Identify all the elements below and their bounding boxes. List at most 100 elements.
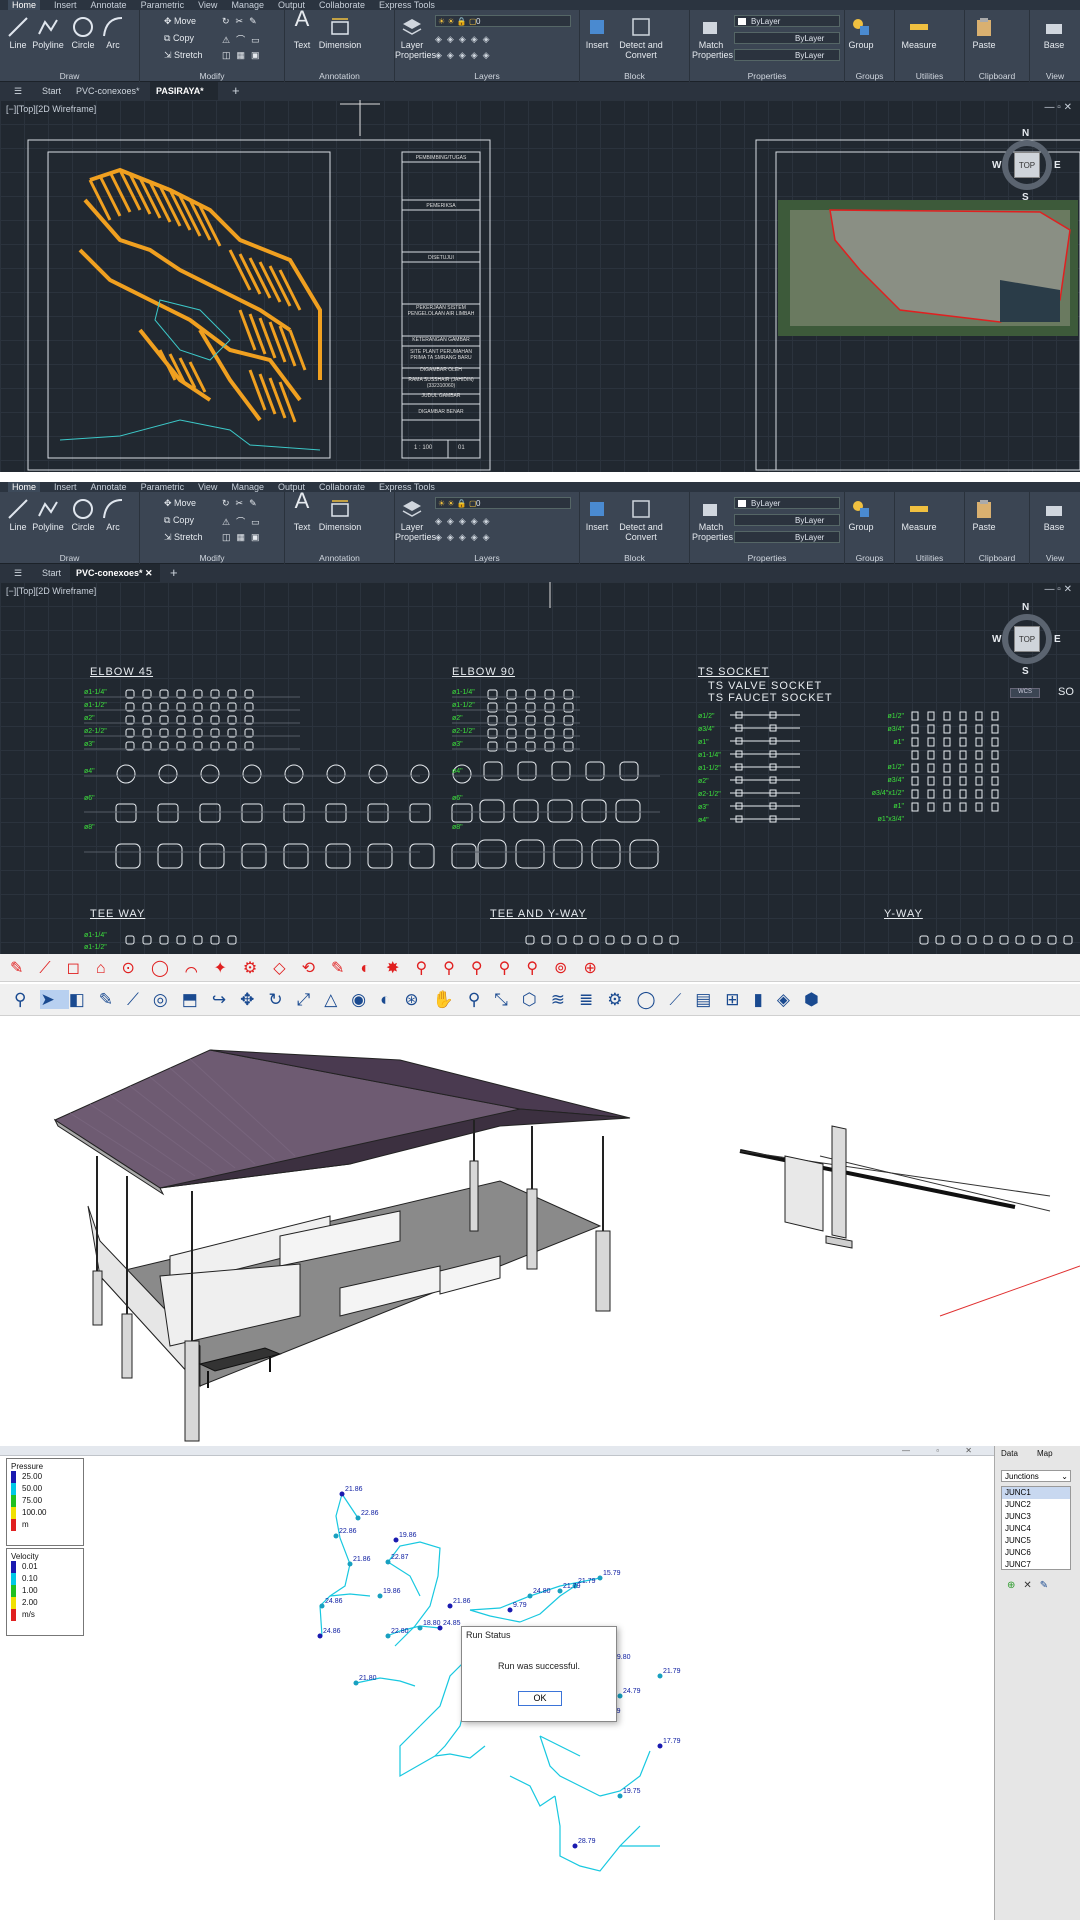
add-icon[interactable]: ⊕ <box>1007 1580 1023 1591</box>
dimension-button[interactable]: Dimension <box>317 16 363 50</box>
dimension-button-2[interactable]: Dimension <box>317 498 363 532</box>
offset-icon[interactable]: △ <box>324 990 351 1009</box>
compass-south-2[interactable]: S <box>1022 666 1029 677</box>
search-icon[interactable]: ⚲ <box>14 990 40 1009</box>
modify-icons-2[interactable]: ⚠⌒▭ <box>222 33 266 46</box>
tab-pvc-conexoes[interactable]: PVC-conexoes* <box>70 82 146 100</box>
tab-pvc-conexoes-2[interactable]: PVC-conexoes* ✕ <box>70 564 160 582</box>
junction-node[interactable] <box>393 1537 399 1543</box>
stretch-button[interactable]: ⇲ Stretch <box>164 50 203 61</box>
insert-button[interactable]: Insert <box>582 16 612 50</box>
match-properties-button-2[interactable]: Match Properties <box>692 498 733 542</box>
measure-button[interactable]: Measure <box>897 16 941 50</box>
list-item[interactable]: JUNC4 <box>1002 1523 1070 1535</box>
new-tab-button[interactable]: + <box>226 82 246 100</box>
group-button-2[interactable]: Group <box>847 498 875 532</box>
junction-node[interactable] <box>319 1603 325 1609</box>
select-icon[interactable]: ➤ <box>40 990 69 1009</box>
viewcube-compass[interactable]: TOP N S W E <box>992 128 1062 204</box>
compass-north-2[interactable]: N <box>1022 602 1029 613</box>
compass-west[interactable]: W <box>992 160 1001 171</box>
menu-tab-home-2[interactable]: Home <box>8 482 41 492</box>
linetype-dropdown[interactable]: ByLayer <box>734 32 840 44</box>
layer-tool-icons-1[interactable]: ◈◈◈◈◈ <box>435 34 495 45</box>
list-item[interactable]: JUNC6 <box>1002 1547 1070 1559</box>
lineweight-dropdown-2[interactable]: ByLayer <box>734 531 840 543</box>
junction-node[interactable] <box>527 1593 533 1599</box>
arc-button-2[interactable]: Arc <box>100 498 126 532</box>
section-icon[interactable]: ▤ <box>695 990 725 1009</box>
layers-tool-icon[interactable]: ≣ <box>579 990 607 1009</box>
list-item[interactable]: JUNC1 <box>1002 1487 1070 1499</box>
arc-button[interactable]: Arc <box>100 16 126 50</box>
warehouse-icon[interactable]: ⬡ <box>522 990 551 1009</box>
modify-icons-2a[interactable]: ↻✂✎ <box>222 498 263 509</box>
menu-tab-parametric-2[interactable]: Parametric <box>141 482 185 492</box>
paint-icon[interactable]: ◐ <box>380 990 404 1009</box>
circle-button-2[interactable]: Circle <box>68 498 98 532</box>
menu-tab-collaborate[interactable]: Collaborate <box>319 0 365 10</box>
polyline-button[interactable]: Polyline <box>30 16 66 50</box>
edit-icon[interactable]: ✎ <box>1040 1580 1056 1591</box>
junction-node[interactable] <box>597 1575 603 1581</box>
detect-convert-button-2[interactable]: Detect and Convert <box>614 498 668 542</box>
paste-button-2[interactable]: Paste <box>967 498 1001 532</box>
junction-node[interactable] <box>347 1561 353 1567</box>
move-tool-icon[interactable]: ✥ <box>240 990 268 1009</box>
junction-node[interactable] <box>507 1607 513 1613</box>
layer-tool-icons-2b[interactable]: ◈◈◈◈◈ <box>435 532 495 543</box>
list-item[interactable]: JUNC2 <box>1002 1499 1070 1511</box>
menu-tab-annotate[interactable]: Annotate <box>91 0 127 10</box>
compass-east[interactable]: E <box>1054 160 1061 171</box>
orbit-icon[interactable]: ⊛ <box>404 990 432 1009</box>
menu-tab-express-tools[interactable]: Express Tools <box>379 0 435 10</box>
menu-hamburger-icon[interactable]: ☰ <box>8 564 28 582</box>
scale-icon[interactable]: ⤢ <box>297 990 325 1009</box>
measure-button-2[interactable]: Measure <box>897 498 941 532</box>
junction-node[interactable] <box>572 1843 578 1849</box>
menu-tab-manage-2[interactable]: Manage <box>231 482 264 492</box>
junction-node[interactable] <box>385 1559 391 1565</box>
layer-tool-icons-2a[interactable]: ◈◈◈◈◈ <box>435 516 495 527</box>
junction-node[interactable] <box>657 1743 663 1749</box>
pan-icon[interactable]: ✋ <box>433 990 468 1009</box>
junction-node[interactable] <box>385 1633 391 1639</box>
cylinder-icon[interactable]: ▮ <box>754 990 777 1009</box>
layer-dropdown-2[interactable]: ☀ ☀ 🔒 ▢ 0 <box>435 497 571 509</box>
eraser-icon[interactable]: ◧ <box>69 990 99 1009</box>
modify-icons[interactable]: ↻✂✎ <box>222 16 263 27</box>
settings-icon[interactable]: ⚙ <box>607 990 636 1009</box>
zoom-extents-icon[interactable]: ⤡ <box>494 990 522 1009</box>
zoom-icon[interactable]: ⚲ <box>468 990 494 1009</box>
lineweight-dropdown[interactable]: ByLayer <box>734 49 840 61</box>
menu-tab-insert[interactable]: Insert <box>54 0 77 10</box>
rotate-icon[interactable]: ↻ <box>268 990 296 1009</box>
base-button[interactable]: Base <box>1034 16 1074 50</box>
junction-node[interactable] <box>617 1693 623 1699</box>
copy-button-2[interactable]: ⧉ Copy <box>164 515 194 526</box>
menu-tab-view-2[interactable]: View <box>198 482 217 492</box>
match-properties-button[interactable]: Match Properties <box>692 16 733 60</box>
circle-tool-icon[interactable]: ◎ <box>153 990 182 1009</box>
dimension-tool-icon[interactable]: ⊞ <box>725 990 753 1009</box>
detect-convert-button[interactable]: Detect and Convert <box>614 16 668 60</box>
junction-list[interactable]: JUNC1 JUNC2 JUNC3 JUNC4 JUNC5 JUNC6 JUNC… <box>1001 1486 1071 1570</box>
modify-icons-3[interactable]: ◫▦▣ <box>222 50 266 61</box>
text-button-2[interactable]: A Text <box>289 490 315 533</box>
tab-data[interactable]: Data <box>1001 1449 1018 1458</box>
junction-node[interactable] <box>333 1533 339 1539</box>
stretch-button-2[interactable]: ⇲ Stretch <box>164 532 203 543</box>
pencil-icon[interactable]: ✎ <box>99 990 127 1009</box>
compass-east-2[interactable]: E <box>1054 634 1061 645</box>
tab-pasiraya[interactable]: PASIRAYA* ✕ <box>150 82 218 114</box>
junction-node[interactable] <box>657 1673 663 1679</box>
viewcube-top[interactable]: TOP <box>1014 152 1040 178</box>
color-dropdown[interactable]: ByLayer <box>734 15 840 27</box>
circle-button[interactable]: Circle <box>68 16 98 50</box>
copy-button[interactable]: ⧉ Copy <box>164 33 194 44</box>
extension-icon[interactable]: ≋ <box>551 990 579 1009</box>
wcs-menu[interactable]: WCS <box>1010 688 1040 698</box>
list-item[interactable]: JUNC3 <box>1002 1511 1070 1523</box>
modify-icons-2b[interactable]: ⚠⌒▭ <box>222 515 266 528</box>
color-dropdown-2[interactable]: ByLayer <box>734 497 840 509</box>
